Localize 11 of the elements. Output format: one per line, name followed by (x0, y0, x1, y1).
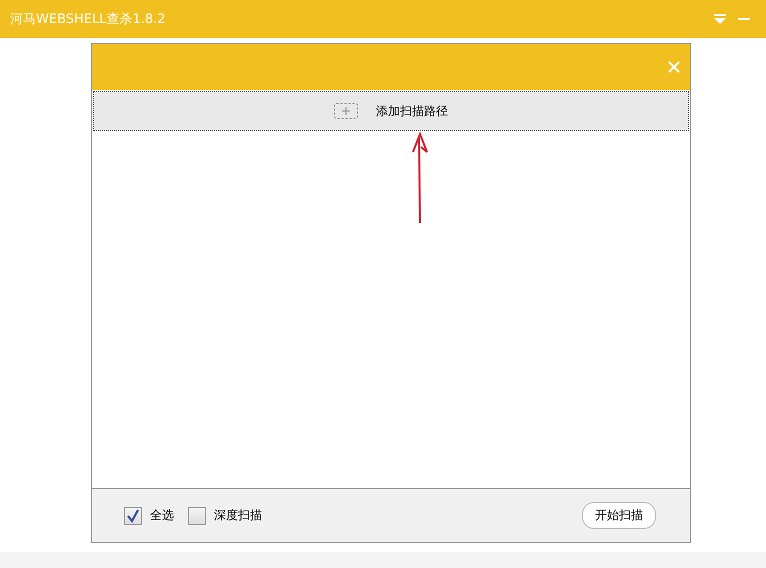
checkbox-label: 深度扫描 (214, 507, 262, 524)
window-title: 河马WEBSHELL查杀1.8.2 (10, 11, 167, 28)
checkbox-label: 全选 (150, 507, 174, 524)
plus-icon (334, 103, 358, 119)
minimize-icon[interactable] (738, 18, 750, 20)
checkbox[interactable] (188, 506, 206, 524)
close-icon[interactable] (668, 61, 680, 73)
dropdown-icon[interactable] (714, 14, 726, 24)
checkbox[interactable] (124, 506, 142, 524)
add-scan-path-button[interactable]: 添加扫描路径 (93, 91, 689, 131)
start-scan-button[interactable]: 开始扫描 (582, 502, 656, 529)
